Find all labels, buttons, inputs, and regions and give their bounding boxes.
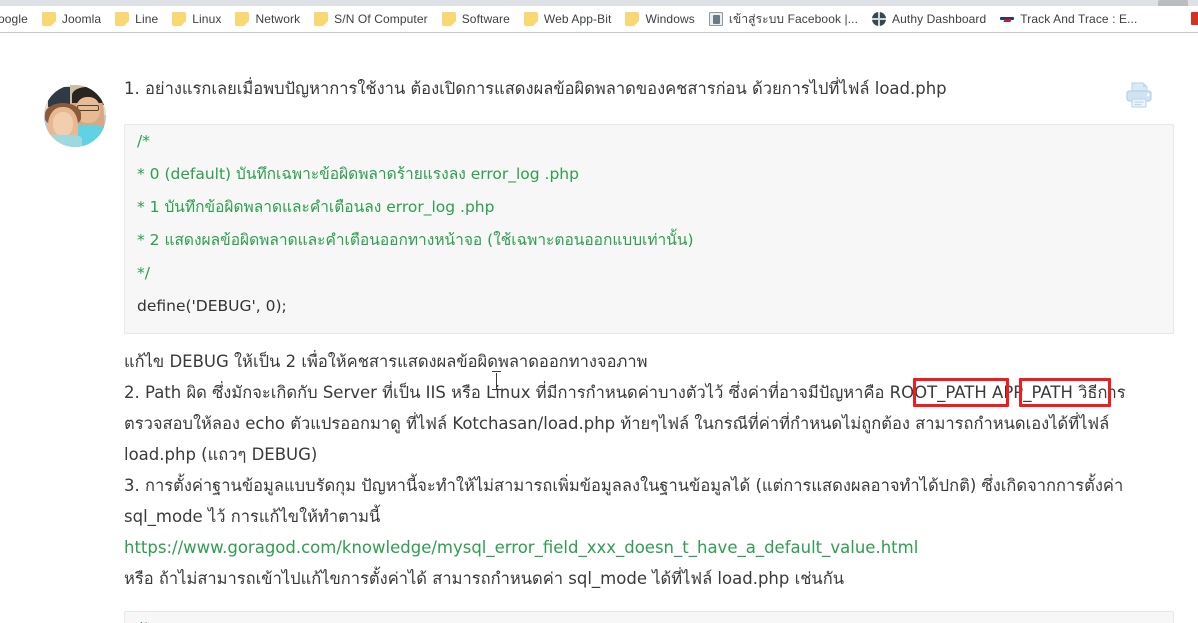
plane-icon <box>1000 12 1015 26</box>
page-content: 1. อย่างแรกเลยเมื่อพบปัญหาการใช้งาน ต้อง… <box>0 33 1198 623</box>
globe-icon <box>872 12 887 26</box>
page-icon <box>708 12 723 26</box>
paragraph-fix-debug: แก้ไข DEBUG ให้เป็น 2 เพื่อให้คชสารแสดงผ… <box>124 352 648 371</box>
highlight-root-path: ROOT_PATH <box>889 383 987 402</box>
bookmark-label: Track And Trace : E... <box>1020 12 1138 26</box>
bookmark-item-clipped-icon[interactable] <box>1191 12 1198 25</box>
code-block-debug: /* * 0 (default) บันทึกเฉพาะข้อผิดพลาดร้า… <box>124 124 1174 334</box>
folder-icon <box>314 12 329 26</box>
bookmark-item-7[interactable]: Web App-Bit <box>517 8 619 30</box>
text-cursor-icon <box>492 371 501 392</box>
code-line-4: */ <box>137 264 150 282</box>
paragraph-path-issue-a: 2. Path ผิด ซึ่งมักจะเกิดกับ Server ที่เ… <box>124 383 890 402</box>
folder-icon <box>41 12 56 26</box>
bookmark-label: Software <box>461 12 510 26</box>
highlight-app-path: APP_PATH <box>992 383 1073 402</box>
reference-link[interactable]: https://www.goragod.com/knowledge/mysql_… <box>124 538 918 557</box>
paragraph-path-issue: 2. Path ผิด ซึ่งมักจะเกิดกับ Server ที่เ… <box>124 377 1136 470</box>
code-line-5: define('DEBUG', 0); <box>137 297 287 315</box>
folder-icon <box>172 12 187 26</box>
browser-chrome: oogle Joomla Line Linux Network S/N Of Comput… <box>0 0 1198 33</box>
code-line-2: * 1 บันทึกข้อผิดพลาดและคำเตือนลง error_l… <box>137 198 495 216</box>
paragraph-db-config: 3. การตั้งค่าฐานข้อมูลแบบรัดกุม ปัญหานี้… <box>124 476 1124 526</box>
bookmark-item-10[interactable]: Authy Dashboard <box>865 8 993 30</box>
bookmark-item-8[interactable]: Windows <box>618 8 701 30</box>
code-block-sqlmode: /* <box>124 611 1174 623</box>
bookmark-item-1[interactable]: Joomla <box>35 8 108 30</box>
paragraph-sql-mode: หรือ ถ้าไม่สามารถเข้าไปแก้ไขการตั้งค่าได… <box>124 569 844 588</box>
code-line-0: /* <box>125 612 1173 623</box>
code-line-3: * 2 แสดงผลข้อผิดพลาดและคำเตือนออกทางหน้า… <box>137 231 694 249</box>
bookmark-item-11[interactable]: Track And Trace : E... <box>993 8 1144 30</box>
folder-icon <box>441 12 456 26</box>
bookmark-label: Windows <box>645 12 695 26</box>
bookmark-item-2[interactable]: Line <box>108 8 165 30</box>
bookmark-item-0[interactable]: oogle <box>0 8 35 30</box>
bookmarks-bar[interactable]: oogle Joomla Line Linux Network S/N Of Comput… <box>0 6 1198 32</box>
body-text: แก้ไข DEBUG ให้เป็น 2 เพื่อให้คชสารแสดงผ… <box>124 346 1136 594</box>
bookmark-label: Network <box>255 12 301 26</box>
intro-paragraph: 1. อย่างแรกเลยเมื่อพบปัญหาการใช้งาน ต้อง… <box>124 79 947 98</box>
printer-icon[interactable] <box>1124 81 1154 109</box>
bookmark-label: oogle <box>0 12 28 26</box>
bookmark-item-6[interactable]: Software <box>435 8 517 30</box>
bookmark-label: Web App-Bit <box>543 12 612 26</box>
folder-icon <box>115 12 130 26</box>
bookmark-label: เข้าสู่ระบบ Facebook |... <box>728 12 859 26</box>
folder-icon <box>625 12 640 26</box>
bookmark-label: Joomla <box>61 12 102 26</box>
folder-icon <box>235 12 250 26</box>
code-line-1: * 0 (default) บันทึกเฉพาะข้อผิดพลาดร้ายแ… <box>137 165 579 183</box>
bookmark-label: S/N Of Computer <box>334 12 428 26</box>
bookmark-label: Linux <box>192 12 222 26</box>
bookmark-item-9[interactable]: เข้าสู่ระบบ Facebook |... <box>702 8 865 30</box>
bookmark-label: Line <box>135 12 159 26</box>
folder-icon <box>523 12 538 26</box>
bookmark-item-3[interactable]: Linux <box>165 8 228 30</box>
bookmark-item-5[interactable]: S/N Of Computer <box>307 8 435 30</box>
bookmark-label: Authy Dashboard <box>892 12 987 26</box>
reference-link-row: https://www.goragod.com/knowledge/mysql_… <box>124 532 1136 563</box>
avatar <box>44 85 106 147</box>
code-line-0: /* <box>137 132 150 150</box>
bookmark-item-4[interactable]: Network <box>228 8 307 30</box>
